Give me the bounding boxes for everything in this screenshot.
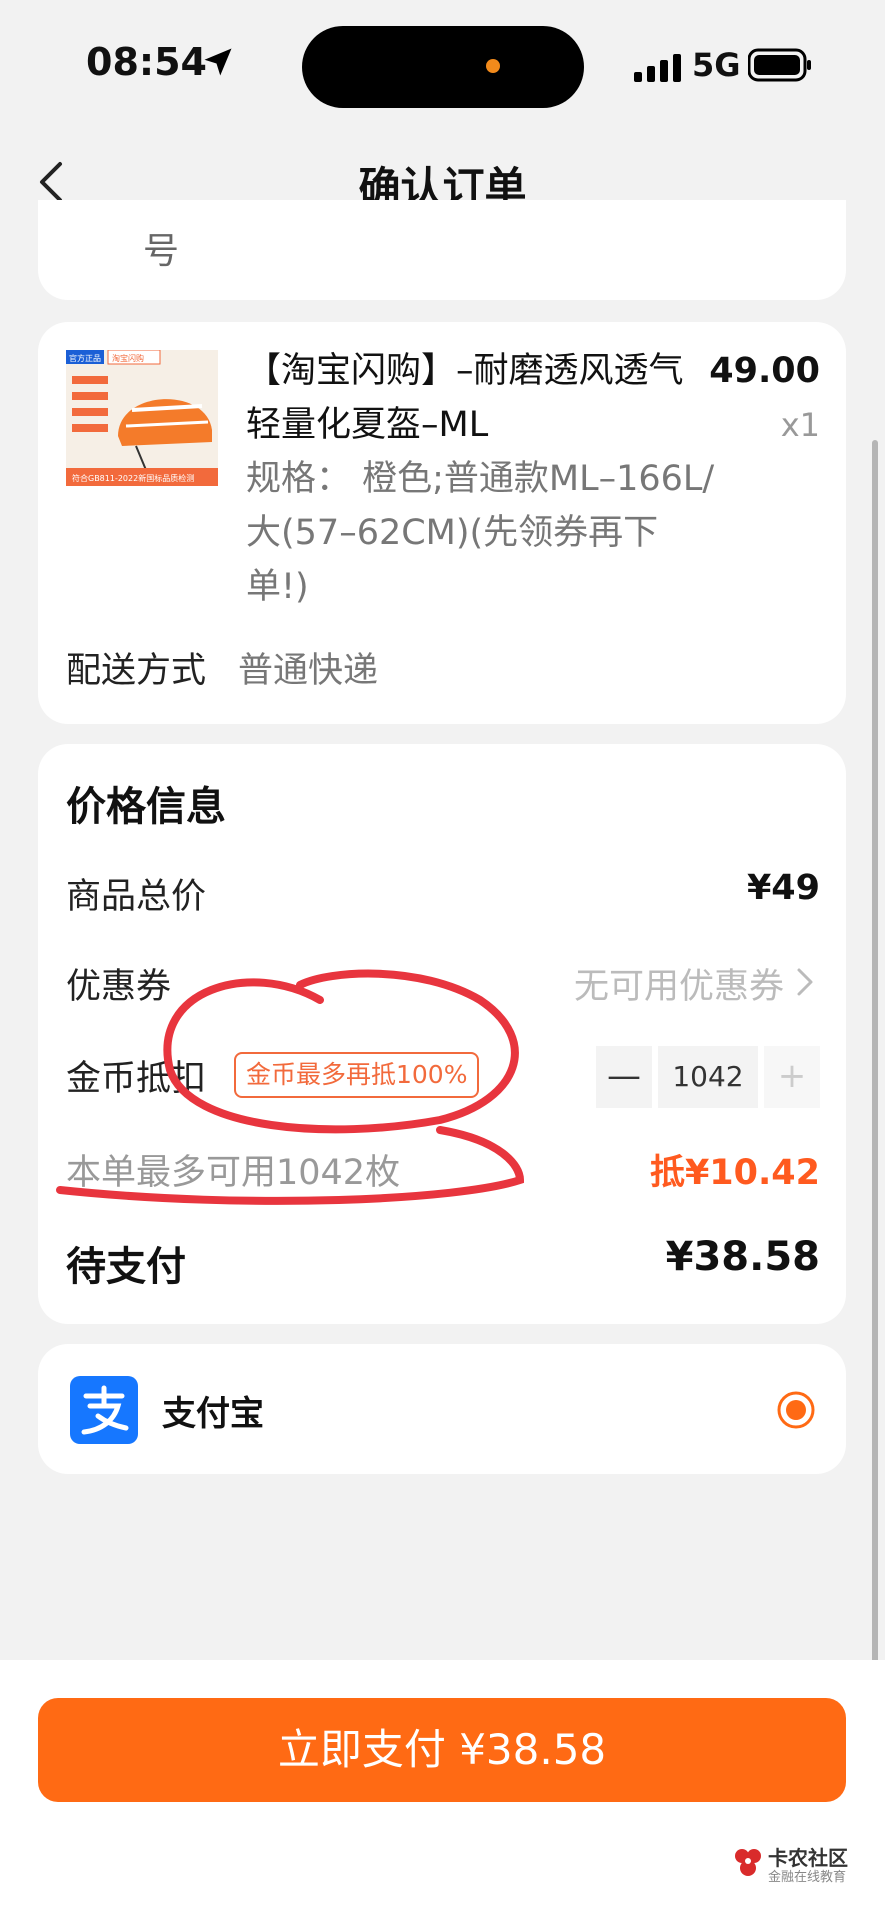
watermark-subtitle: 金融在线教育: [768, 1870, 847, 1885]
pay-now-button[interactable]: 立即支付 ¥38.58: [38, 1698, 846, 1802]
due-value: ¥38.58: [665, 1234, 820, 1280]
image-tag: 官方正品: [69, 353, 101, 363]
coin-label: 金币抵扣: [66, 1059, 207, 1099]
scrollbar[interactable]: [872, 440, 878, 1790]
status-time: 08:54: [86, 40, 207, 84]
chevron-right-icon[interactable]: [796, 966, 814, 998]
price-info-card: 价格信息 商品总价 ¥49 优惠券 无可用优惠券 金币抵扣 金币最多再抵100%…: [38, 744, 846, 1324]
product-image[interactable]: 官方正品 淘宝闪购 符合GB811-2022新国标品质检测: [66, 350, 218, 486]
max-coin-note: 本单最多可用1042枚: [66, 1153, 401, 1193]
location-arrow-icon: [204, 48, 232, 76]
coin-badge: 金币最多再抵100%: [234, 1052, 480, 1098]
shipping-value[interactable]: 普通快递: [238, 642, 378, 693]
coin-discount: 抵¥10.42: [649, 1153, 820, 1193]
coin-stepper: — 1042 +: [596, 1046, 820, 1108]
payment-card[interactable]: 支付宝: [38, 1344, 846, 1474]
product-quantity: x1: [780, 406, 820, 444]
product-title[interactable]: 【淘宝闪购】–耐磨透风透气轻量化夏盔–ML: [246, 344, 686, 452]
image-brand: 淘宝闪购: [112, 353, 144, 363]
total-value: ¥49: [746, 868, 820, 908]
stepper-minus-button[interactable]: —: [596, 1046, 652, 1108]
total-label: 商品总价: [66, 877, 207, 917]
coupon-value[interactable]: 无可用优惠券: [574, 958, 784, 1009]
shipping-label: 配送方式: [66, 651, 207, 691]
coupon-label: 优惠券: [66, 967, 172, 1007]
payment-method-name: 支付宝: [162, 1394, 264, 1434]
signal-icon: [634, 54, 681, 82]
address-fragment: 号: [143, 231, 180, 272]
battery-icon: [748, 48, 811, 82]
price-info-title: 价格信息: [66, 784, 226, 830]
address-card: 号: [38, 200, 846, 300]
due-label: 待支付: [66, 1244, 186, 1290]
radio-selected-icon[interactable]: [776, 1390, 816, 1430]
watermark-logo-icon: [735, 1849, 761, 1876]
product-card: 官方正品 淘宝闪购 符合GB811-2022新国标品质检测 【淘宝闪购】–耐磨透…: [38, 322, 846, 724]
helmet-image-icon: 官方正品 淘宝闪购 符合GB811-2022新国标品质检测: [66, 350, 218, 486]
image-cert: 符合GB811-2022新国标品质检测: [72, 473, 194, 483]
product-spec: 规格： 橙色;普通款ML–166L/大(57–62CM)(先领券再下单!): [246, 459, 715, 607]
stepper-plus-button[interactable]: +: [764, 1046, 820, 1108]
bottom-bar: 立即支付 ¥38.58 卡农社区 金融在线教育: [0, 1660, 885, 1917]
recording-indicator: [486, 59, 500, 73]
status-bar: 08:54 5G: [0, 0, 885, 130]
product-price: 49.00: [709, 351, 820, 391]
network-type: 5G: [692, 46, 741, 84]
alipay-icon: [70, 1376, 138, 1444]
dynamic-island: [302, 26, 584, 108]
stepper-value-input[interactable]: 1042: [658, 1046, 758, 1108]
